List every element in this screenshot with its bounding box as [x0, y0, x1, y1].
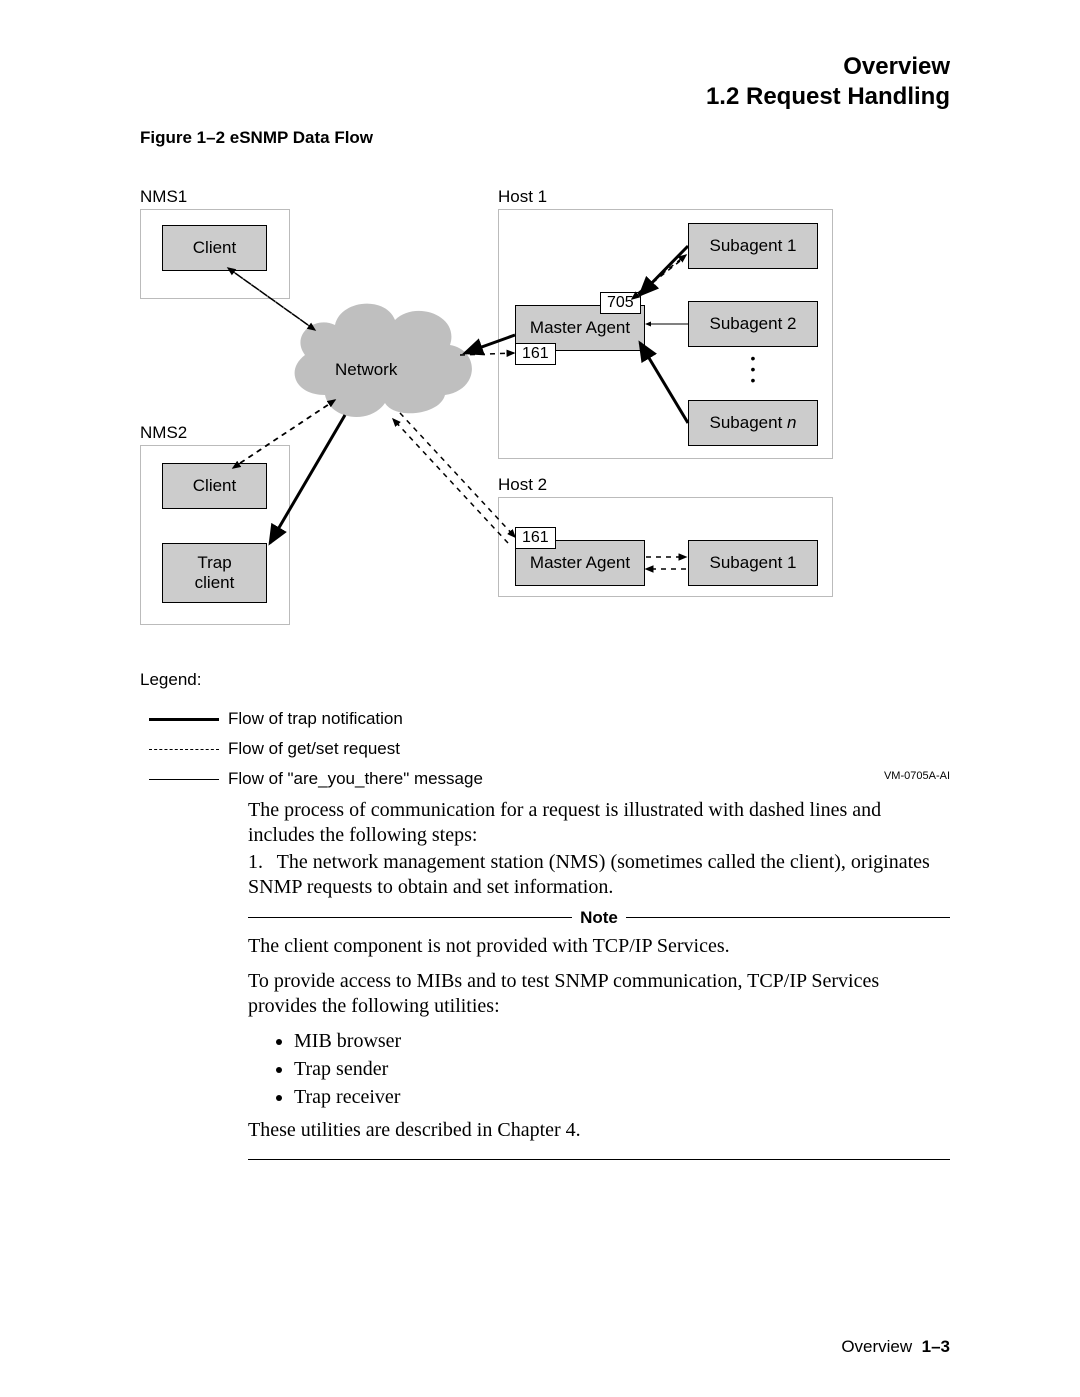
header-line-1: Overview [706, 52, 950, 82]
note-bullet-2: Trap sender [294, 1057, 950, 1082]
footer-page: 1–3 [922, 1337, 950, 1356]
legend-key-getset-icon [149, 749, 219, 750]
footer-text: Overview [841, 1337, 912, 1356]
legend-row-getset: Flow of get/set request [140, 734, 483, 764]
legend-row-ayt: Flow of "are_you_there" message [140, 764, 483, 794]
note-bullet-1: MIB browser [294, 1029, 950, 1054]
note-end-rule [248, 1159, 950, 1160]
page: Overview 1.2 Request Handling Figure 1–2… [0, 0, 1080, 1397]
note-rule-right [626, 917, 950, 918]
note-bullet-3: Trap receiver [294, 1085, 950, 1110]
figure-caption: Figure 1–2 eSNMP Data Flow [140, 128, 373, 148]
running-header: Overview 1.2 Request Handling [706, 52, 950, 112]
legend-ayt-text: Flow of "are_you_there" message [228, 769, 483, 789]
note-header: Note [248, 907, 950, 928]
note-paragraph-3: These utilities are described in Chapter… [248, 1118, 950, 1143]
legend-trap-text: Flow of trap notification [228, 709, 403, 729]
note-bullet-list: MIB browser Trap sender Trap receiver [248, 1029, 950, 1110]
note-paragraph-2: To provide access to MIBs and to test SN… [248, 969, 950, 1019]
legend-title: Legend: [140, 670, 483, 690]
intro-paragraph: The process of communication for a reque… [248, 798, 950, 848]
figure-reference: VM-0705A-AI [884, 770, 950, 782]
legend: Legend: Flow of trap notification Flow o… [140, 670, 483, 794]
diagram-arrows [140, 175, 840, 645]
note-paragraph-1: The client component is not provided wit… [248, 934, 950, 959]
legend-key-trap-icon [149, 718, 219, 721]
legend-key-ayt-icon [149, 779, 219, 780]
legend-row-trap: Flow of trap notification [140, 704, 483, 734]
note-label: Note [572, 907, 626, 928]
step-1: 1. The network management station (NMS) … [248, 850, 950, 900]
note-rule-left [248, 917, 572, 918]
legend-getset-text: Flow of get/set request [228, 739, 400, 759]
page-footer: Overview 1–3 [841, 1337, 950, 1357]
step-1-number: 1. [248, 850, 272, 875]
step-1-text: The network management station (NMS) (so… [248, 851, 930, 898]
header-line-2: 1.2 Request Handling [706, 82, 950, 112]
note-block: Note The client component is not provide… [248, 901, 950, 1160]
